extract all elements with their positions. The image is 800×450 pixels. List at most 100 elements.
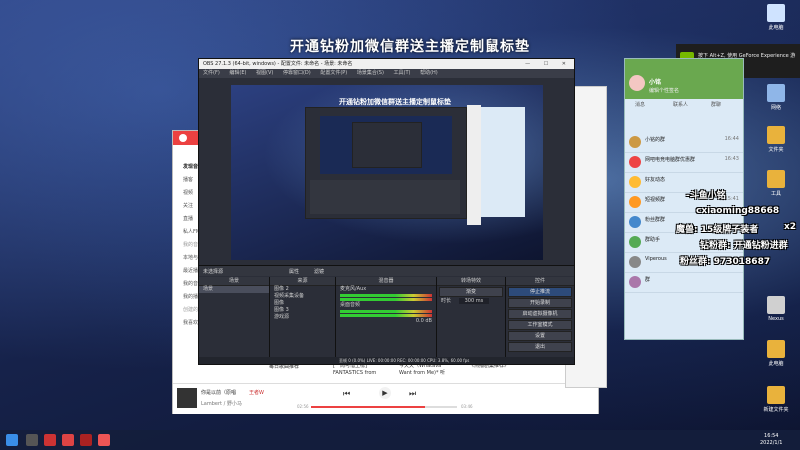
avatar <box>629 156 641 168</box>
nexus-icon <box>767 296 785 314</box>
chat-list-item[interactable]: 网吧电竞电脑群优惠群 16:43 <box>625 153 743 173</box>
window-controls[interactable]: — ☐ ✕ <box>525 59 572 69</box>
tab-contacts[interactable]: 联系人 <box>673 99 688 111</box>
overlay-line-5: 粉丝群: 973018687 <box>680 257 771 267</box>
chat-name: 短视频群 <box>645 197 666 203</box>
menu-docks[interactable]: 停靠窗口(D) <box>283 70 311 76</box>
pc-icon <box>767 4 785 22</box>
menu-view[interactable]: 视图(V) <box>256 70 273 76</box>
app-taskbar-icon[interactable] <box>62 434 74 446</box>
menu-profile[interactable]: 配置文件(P) <box>320 70 347 76</box>
source-item[interactable]: 游戏源 <box>270 314 335 321</box>
obs-menubar: 文件(F) 编辑(E) 视图(V) 停靠窗口(D) 配置文件(P) 场景集合(S… <box>199 69 574 78</box>
chat-list-item[interactable]: 小铭的群 16:44 <box>625 133 743 153</box>
desktop-icon-4[interactable]: 工具 <box>756 170 796 197</box>
transitions-panel: 转场特效 渐变 时长 300 ms <box>437 277 506 357</box>
scene-item[interactable]: 场景 <box>199 286 269 293</box>
studio-mode-button[interactable]: 工作室模式 <box>508 320 572 330</box>
mixer-meter <box>336 310 436 317</box>
tab-messages[interactable]: 消息 <box>635 99 645 111</box>
progress-track[interactable] <box>311 406 457 408</box>
scenes-panel: 场景 场景 <box>199 277 270 357</box>
mixer-panel: 混音器 麦克风/Aux 桌面音频 0.0 dB <box>336 277 437 357</box>
album-cover[interactable] <box>177 388 197 408</box>
source-item[interactable]: 图像 <box>270 300 335 307</box>
chat-name: 好友动态 <box>645 177 666 183</box>
obs-preview[interactable]: 开通钻粉加微信群送主播定制鼠标垫 <box>231 85 543 260</box>
avatar[interactable] <box>629 75 645 91</box>
chat-name: 网吧电竞电脑群优惠群 <box>645 157 696 163</box>
controls-panel: 控件 停止推流 开始录制 启动虚拟摄像机 工作室模式 设置 退出 <box>506 277 574 357</box>
menu-tools[interactable]: 工具(T) <box>394 70 411 76</box>
obs-titlebar[interactable]: OBS 27.1.3 (64-bit, windows) - 配置文件: 未命名… <box>199 59 574 69</box>
virtual-camera-button[interactable]: 启动虚拟摄像机 <box>508 309 572 319</box>
menu-scene-collection[interactable]: 场景集合(S) <box>357 70 384 76</box>
chat-panel[interactable]: 小铭 编辑个性签名 消息 联系人 群聊 小铭的群 16:44 网吧电竞电脑群优惠群 1… <box>624 58 744 340</box>
sources-title: 来源 <box>270 277 335 286</box>
settings-button[interactable]: 设置 <box>508 331 572 341</box>
music-taskbar-icon[interactable] <box>44 434 56 446</box>
tab-groups[interactable]: 群聊 <box>711 99 721 111</box>
now-playing-artist[interactable]: Lambert / 野小马 <box>201 400 242 407</box>
chat-list-item[interactable]: 群 <box>625 273 743 293</box>
avatar <box>629 276 641 288</box>
prev-icon[interactable]: ⏮ <box>343 389 350 399</box>
avatar <box>629 256 641 268</box>
source-item[interactable]: 图像 3 <box>270 307 335 314</box>
desktop-icon-1[interactable]: 此电脑 <box>756 4 796 31</box>
next-icon[interactable]: ⏭ <box>409 389 416 399</box>
avatar <box>629 236 641 248</box>
no-source-label: 未选择源 <box>203 269 224 275</box>
nested-obs-window <box>305 107 467 219</box>
app-taskbar-icon-2[interactable] <box>80 434 92 446</box>
clock[interactable]: 16:54 2022/1/1 <box>760 433 782 447</box>
menu-edit[interactable]: 编辑(E) <box>229 70 246 76</box>
overlay-line-4: 钻粉群: 开通钻粉进群 <box>700 241 788 251</box>
desktop-icon-7[interactable]: 新建文件夹 <box>756 386 796 413</box>
properties-button[interactable]: 属性 <box>289 268 299 275</box>
exit-button[interactable]: 退出 <box>508 342 572 352</box>
duration-input[interactable]: 300 ms <box>458 298 490 304</box>
chat-tabs: 消息 联系人 群聊 <box>625 99 743 111</box>
desktop-icon-2[interactable]: 网络 <box>756 84 796 111</box>
app-taskbar-icon-3[interactable] <box>98 434 110 446</box>
track-card[interactable]: [一周可惜上榜] FANTASTICS from <box>333 363 376 377</box>
mixer-level: 0.0 dB <box>415 318 432 324</box>
stream-banner: 开通钻粉加微信群送主播定制鼠标垫 <box>290 39 530 55</box>
avatar <box>629 176 641 188</box>
mixer-track-label: 桌面音频 <box>340 302 361 308</box>
transition-select[interactable]: 渐变 <box>439 287 503 297</box>
start-recording-button[interactable]: 开始录制 <box>508 298 572 308</box>
avatar <box>629 216 641 228</box>
transition-duration: 时长 300 ms <box>437 298 505 305</box>
desktop-icon-5[interactable]: Nexus <box>756 296 796 322</box>
now-playing-title[interactable]: 你是以前（原唱 <box>201 389 236 396</box>
folder-icon <box>767 386 785 404</box>
filters-button[interactable]: 滤镜 <box>314 268 324 275</box>
chat-name: 小铭的群 <box>645 137 666 143</box>
folder-icon <box>767 126 785 144</box>
desktop-icon-3[interactable]: 文件夹 <box>756 126 796 153</box>
play-icon[interactable]: ▶ <box>379 387 391 399</box>
obs-window[interactable]: OBS 27.1.3 (64-bit, windows) - 配置文件: 未命名… <box>198 58 575 365</box>
chat-signature[interactable]: 编辑个性签名 <box>649 87 679 94</box>
mixer-title: 混音器 <box>336 277 436 286</box>
music-logo-icon <box>179 134 187 142</box>
sources-panel: 来源 图像 2 视频采集设备 图像 图像 3 游戏源 <box>270 277 336 357</box>
nested-preview <box>320 116 452 174</box>
menu-file[interactable]: 文件(F) <box>203 70 220 76</box>
source-toolbar: 未选择源 属性 滤镜 <box>199 265 574 276</box>
track-card[interactable]: 今天天（Whatava Want from Me)* 听 <box>399 363 445 377</box>
source-item[interactable]: 视频采集设备 <box>270 293 335 300</box>
source-item[interactable]: 图像 2 <box>270 286 335 293</box>
desktop-icon-6[interactable]: 此电脑 <box>756 340 796 367</box>
start-icon[interactable] <box>6 434 18 446</box>
obs-taskbar-icon[interactable] <box>26 434 38 446</box>
overlay-line-1: -斗鱼小铭 <box>686 191 726 201</box>
nested-chat-panel <box>481 107 525 217</box>
scenes-title: 场景 <box>199 277 269 286</box>
stop-stream-button[interactable]: 停止推流 <box>508 287 572 297</box>
menu-help[interactable]: 帮助(H) <box>420 70 438 76</box>
taskbar: 16:54 2022/1/1 <box>0 430 800 450</box>
overlay-line-2: cxiaoming88668 <box>696 206 780 216</box>
